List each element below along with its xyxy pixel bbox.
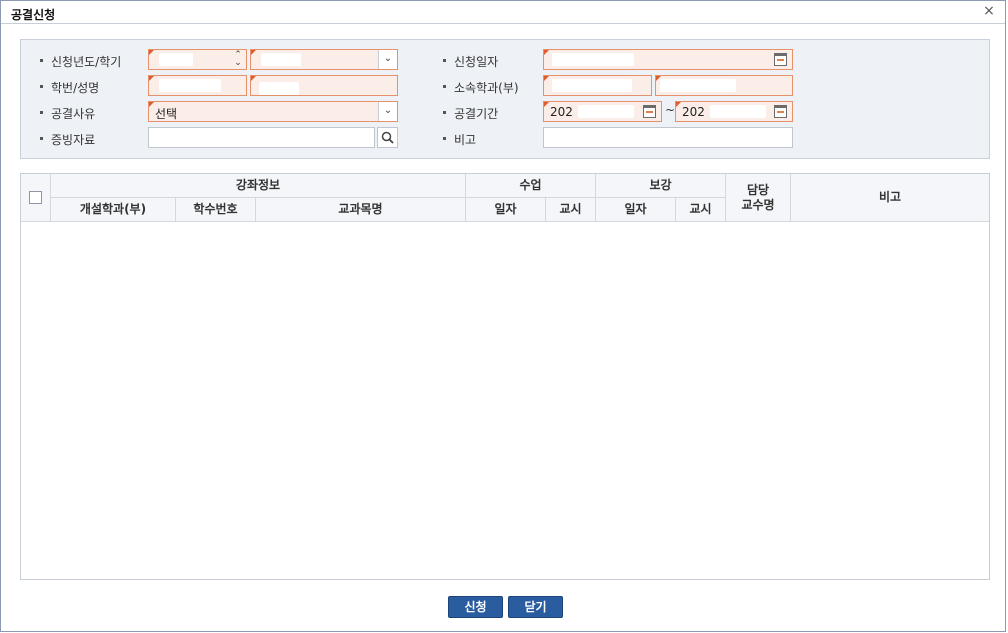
form-panel: 신청년도/학기 ⌃⌄ ⌄ 신청일자 학번/성명 ㅇㄹㅇ 소속학과(부) [20, 39, 990, 159]
student-label: 학번/성명 [40, 79, 99, 96]
bullet-icon [443, 85, 446, 88]
bullet-icon [443, 59, 446, 62]
bullet-icon [40, 137, 43, 140]
note-label: 비고 [443, 131, 476, 148]
reason-label: 공결사유 [40, 105, 95, 122]
period-label: 공결기간 [443, 105, 498, 122]
period-separator: ~ [665, 103, 676, 117]
dept-name-field[interactable] [655, 75, 793, 96]
close-icon[interactable]: × [982, 4, 996, 18]
evidence-field[interactable] [148, 127, 375, 148]
apply-absence-dialog: 공결신청 × 신청년도/학기 ⌃⌄ ⌄ 신청일자 학번/성명 ㅇㄹㅇ 소속학과(… [0, 0, 1006, 632]
grid-header: 강좌정보 수업 보강 담당 교수명 비고 개설학과(부) 학수번호 교과목명 일… [21, 174, 989, 222]
group-makeup: 보강 [596, 174, 726, 198]
col-professor: 담당 교수명 [726, 174, 791, 222]
col-course-name: 교과목명 [256, 198, 466, 222]
note-field[interactable] [543, 127, 793, 148]
spinner-icon[interactable]: ⌃ ⌄ [233, 51, 243, 68]
dialog-title: 공결신청 [11, 8, 56, 22]
redacted-value [259, 82, 299, 95]
search-icon[interactable] [377, 127, 398, 148]
apply-button[interactable]: 신청 [448, 596, 503, 618]
calendar-icon[interactable] [774, 53, 787, 66]
group-course-info: 강좌정보 [51, 174, 466, 198]
student-id-field[interactable] [148, 75, 247, 96]
apply-date-field[interactable] [543, 49, 793, 70]
col-class-period: 교시 [546, 198, 596, 222]
col-note: 비고 [791, 174, 989, 222]
year-spinner[interactable]: ⌃ ⌄ [148, 49, 247, 70]
bullet-icon [40, 59, 43, 62]
calendar-icon[interactable] [643, 105, 656, 118]
col-course-no: 학수번호 [176, 198, 256, 222]
col-class-date: 일자 [466, 198, 546, 222]
col-makeup-date: 일자 [596, 198, 676, 222]
redacted-value [710, 105, 766, 118]
calendar-icon[interactable] [774, 105, 787, 118]
select-all-cell [21, 174, 51, 222]
chevron-down-icon[interactable]: ⌄ [378, 102, 397, 121]
redacted-value [159, 53, 193, 66]
chevron-down-icon[interactable]: ⌄ [378, 50, 397, 69]
redacted-value [578, 105, 634, 118]
period-end-field[interactable]: 202 [675, 101, 793, 122]
course-grid: 강좌정보 수업 보강 담당 교수명 비고 개설학과(부) 학수번호 교과목명 일… [20, 173, 990, 580]
period-start-field[interactable]: 202 [543, 101, 662, 122]
bullet-icon [443, 137, 446, 140]
apply-date-label: 신청일자 [443, 53, 498, 70]
bullet-icon [443, 111, 446, 114]
bullet-icon [40, 111, 43, 114]
reason-select[interactable]: 선택 ⌄ [148, 101, 398, 122]
dept-label: 소속학과(부) [443, 79, 519, 96]
redacted-value [159, 79, 221, 92]
redacted-value [261, 53, 301, 66]
group-class: 수업 [466, 174, 596, 198]
semester-select[interactable]: ⌄ [250, 49, 398, 70]
bullet-icon [40, 85, 43, 88]
redacted-value [660, 79, 736, 92]
evidence-label: 증빙자료 [40, 131, 95, 148]
student-name-field[interactable]: ㅇㄹㅇ [250, 75, 398, 96]
col-makeup-period: 교시 [676, 198, 726, 222]
dept-code-field[interactable] [543, 75, 652, 96]
dialog-titlebar: 공결신청 × [1, 1, 1005, 24]
year-semester-label: 신청년도/학기 [40, 53, 121, 70]
redacted-value [552, 79, 632, 92]
col-open-dept: 개설학과(부) [51, 198, 176, 222]
grid-body [21, 223, 989, 579]
redacted-value [552, 53, 634, 66]
close-button[interactable]: 닫기 [508, 596, 563, 618]
select-all-checkbox[interactable] [29, 191, 42, 204]
